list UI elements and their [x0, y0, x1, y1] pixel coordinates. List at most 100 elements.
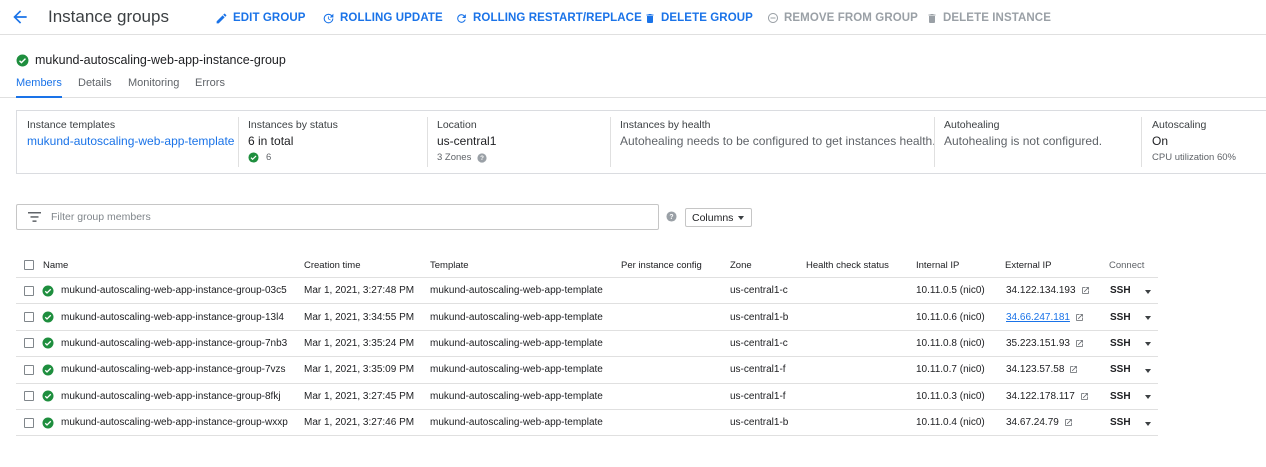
caret-down-icon[interactable] [1145, 316, 1151, 321]
caret-down-icon[interactable] [1145, 368, 1151, 373]
back-arrow-icon[interactable] [10, 7, 32, 27]
delete-instance-button[interactable]: DELETE INSTANCE [926, 10, 1051, 26]
summary-label: Autohealing [944, 119, 1000, 131]
row-checkbox[interactable] [24, 417, 34, 428]
ssh-button[interactable]: SSH [1110, 331, 1131, 356]
tab-monitoring[interactable]: Monitoring [128, 77, 179, 89]
creation-time: Mar 1, 2021, 3:27:46 PM [304, 417, 415, 429]
template-link[interactable]: mukund-autoscaling-web-app-template [430, 357, 603, 382]
tab-members[interactable]: Members [16, 77, 62, 98]
instance-template-link[interactable]: mukund-autoscaling-web-app-template [27, 134, 234, 148]
select-all-checkbox[interactable] [24, 260, 34, 270]
remove-from-group-button[interactable]: REMOVE FROM GROUP [767, 10, 918, 26]
open-in-new-icon[interactable] [1081, 286, 1090, 295]
filter-input[interactable] [51, 207, 651, 227]
summary-label: Instance templates [27, 119, 116, 131]
external-ip-link[interactable]: 35.223.151.93 [1006, 338, 1070, 349]
zone: us-central1-f [730, 364, 786, 376]
ssh-button[interactable]: SSH [1110, 357, 1131, 382]
external-ip-link[interactable]: 34.67.24.79 [1006, 417, 1059, 428]
ssh-button[interactable]: SSH [1110, 410, 1131, 435]
open-in-new-icon[interactable] [1069, 365, 1078, 374]
divider [427, 117, 428, 167]
instance-name-link[interactable]: mukund-autoscaling-web-app-instance-grou… [61, 278, 287, 303]
status-icon-cell [42, 278, 54, 303]
rolling-update-button[interactable]: ROLLING UPDATE [322, 10, 443, 26]
template-link[interactable]: mukund-autoscaling-web-app-template [430, 410, 603, 435]
row-checkbox[interactable] [24, 364, 34, 375]
status-icon-cell [42, 410, 54, 435]
ssh-button[interactable]: SSH [1110, 384, 1131, 409]
column-header-name[interactable]: Name [43, 253, 68, 277]
instance-name-link[interactable]: mukund-autoscaling-web-app-instance-grou… [61, 384, 281, 409]
rolling-restart-button[interactable]: ROLLING RESTART/REPLACE [455, 10, 642, 26]
row-checkbox[interactable] [24, 338, 34, 349]
help-icon[interactable]: ? [477, 152, 487, 163]
tab-details[interactable]: Details [78, 77, 112, 89]
internal-ip: 10.11.0.4 (nic0) [916, 417, 985, 429]
edit-group-button[interactable]: EDIT GROUP [215, 10, 306, 26]
group-title: mukund-autoscaling-web-app-instance-grou… [16, 53, 286, 67]
open-in-new-icon[interactable] [1080, 392, 1089, 401]
instance-name-link[interactable]: mukund-autoscaling-web-app-instance-grou… [61, 331, 287, 356]
external-ip-cell: 34.123.57.58 [1006, 357, 1078, 382]
update-icon [323, 13, 334, 23]
template-link[interactable]: mukund-autoscaling-web-app-template [430, 278, 603, 303]
check-circle-icon [42, 390, 54, 402]
external-ip-link[interactable]: 34.122.178.117 [1006, 391, 1075, 402]
columns-dropdown[interactable]: Columns [685, 208, 752, 227]
column-header-internal-ip[interactable]: Internal IP [916, 253, 959, 277]
external-ip-link[interactable]: 34.123.57.58 [1006, 364, 1064, 375]
table-row: mukund-autoscaling-web-app-instance-grou… [16, 410, 1158, 437]
zone: us-central1-c [730, 337, 788, 349]
remove-from-group-label: REMOVE FROM GROUP [784, 12, 918, 24]
column-header-zone[interactable]: Zone [730, 253, 752, 277]
row-checkbox[interactable] [24, 285, 34, 296]
instance-name-link[interactable]: mukund-autoscaling-web-app-instance-grou… [61, 410, 288, 435]
caret-down-icon [738, 216, 744, 220]
refresh-icon [457, 13, 466, 23]
summary-instances-by-status: Instances by status 6 in total 6 [238, 111, 427, 173]
delete-group-button[interactable]: DELETE GROUP [644, 10, 753, 26]
template-link[interactable]: mukund-autoscaling-web-app-template [430, 384, 603, 409]
external-ip-link[interactable]: 34.122.134.193 [1006, 285, 1076, 296]
instance-name-link[interactable]: mukund-autoscaling-web-app-instance-grou… [61, 357, 286, 382]
caret-down-icon[interactable] [1145, 421, 1151, 426]
column-header-template[interactable]: Template [430, 253, 469, 277]
caret-down-icon[interactable] [1145, 289, 1151, 294]
location-region: us-central1 [437, 134, 497, 148]
ssh-button[interactable]: SSH [1110, 278, 1131, 303]
status-icon-cell [42, 357, 54, 382]
ssh-button[interactable]: SSH [1110, 304, 1131, 329]
column-header-external-ip[interactable]: External IP [1005, 253, 1051, 277]
page-title: Instance groups [48, 7, 169, 26]
column-header-health-check-status[interactable]: Health check status [806, 253, 889, 277]
external-ip-cell: 34.122.134.193 [1006, 278, 1090, 303]
open-in-new-icon[interactable] [1064, 418, 1073, 427]
check-circle-icon [16, 54, 29, 66]
tab-errors[interactable]: Errors [195, 77, 225, 89]
help-icon[interactable]: ? [666, 211, 677, 222]
trash-icon [928, 13, 936, 23]
group-name-text: mukund-autoscaling-web-app-instance-grou… [35, 53, 286, 67]
instance-name-link[interactable]: mukund-autoscaling-web-app-instance-grou… [61, 304, 284, 329]
external-ip-cell: 34.122.178.117 [1006, 384, 1089, 409]
template-link[interactable]: mukund-autoscaling-web-app-template [430, 304, 603, 329]
template-link[interactable]: mukund-autoscaling-web-app-template [430, 331, 603, 356]
row-checkbox[interactable] [24, 391, 34, 402]
status-total: 6 in total [248, 134, 294, 148]
creation-time: Mar 1, 2021, 3:27:48 PM [304, 285, 415, 297]
summary-label: Instances by status [248, 119, 338, 131]
open-in-new-icon[interactable] [1075, 313, 1084, 322]
row-checkbox[interactable] [24, 312, 34, 323]
external-ip-link[interactable]: 34.66.247.181 [1006, 312, 1070, 323]
column-header-creation-time[interactable]: Creation time [304, 253, 361, 277]
summary-label: Instances by health [620, 119, 711, 131]
column-header-per-instance-config[interactable]: Per instance config [621, 253, 702, 277]
divider [610, 117, 611, 167]
caret-down-icon[interactable] [1145, 395, 1151, 400]
table-row: mukund-autoscaling-web-app-instance-grou… [16, 278, 1158, 305]
open-in-new-icon[interactable] [1075, 339, 1084, 348]
caret-down-icon[interactable] [1145, 342, 1151, 347]
columns-label: Columns [692, 211, 734, 224]
